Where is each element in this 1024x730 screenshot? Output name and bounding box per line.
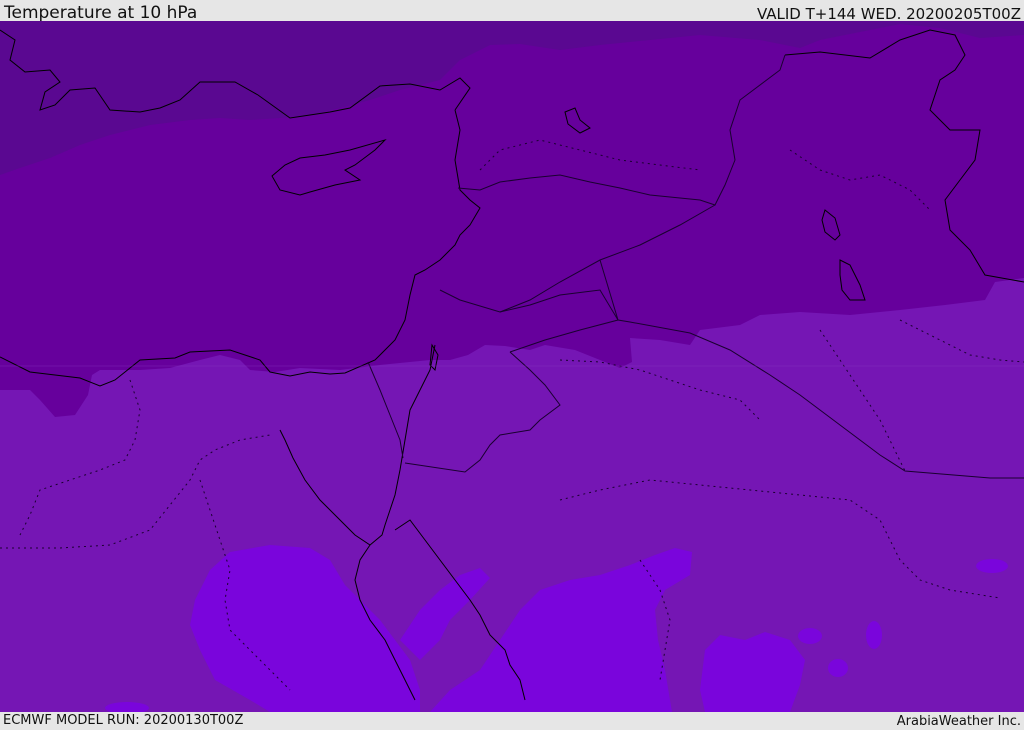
temp-band-warm-east (700, 632, 805, 712)
temperature-map (0, 21, 1024, 712)
header-bar: Temperature at 10 hPa VALID T+144 WED. 2… (0, 0, 1024, 23)
model-run: ECMWF MODEL RUN: 20200130T00Z (3, 713, 244, 728)
temp-band-warm-spot (866, 621, 882, 649)
footer-bar: ECMWF MODEL RUN: 20200130T00Z ArabiaWeat… (0, 712, 1024, 729)
temp-band-warm-spot (798, 628, 822, 644)
credit: ArabiaWeather Inc. (896, 714, 1021, 729)
temp-band-warm-spot (828, 659, 848, 677)
map-canvas (0, 21, 1024, 712)
temp-band-warm-spot (976, 559, 1008, 573)
